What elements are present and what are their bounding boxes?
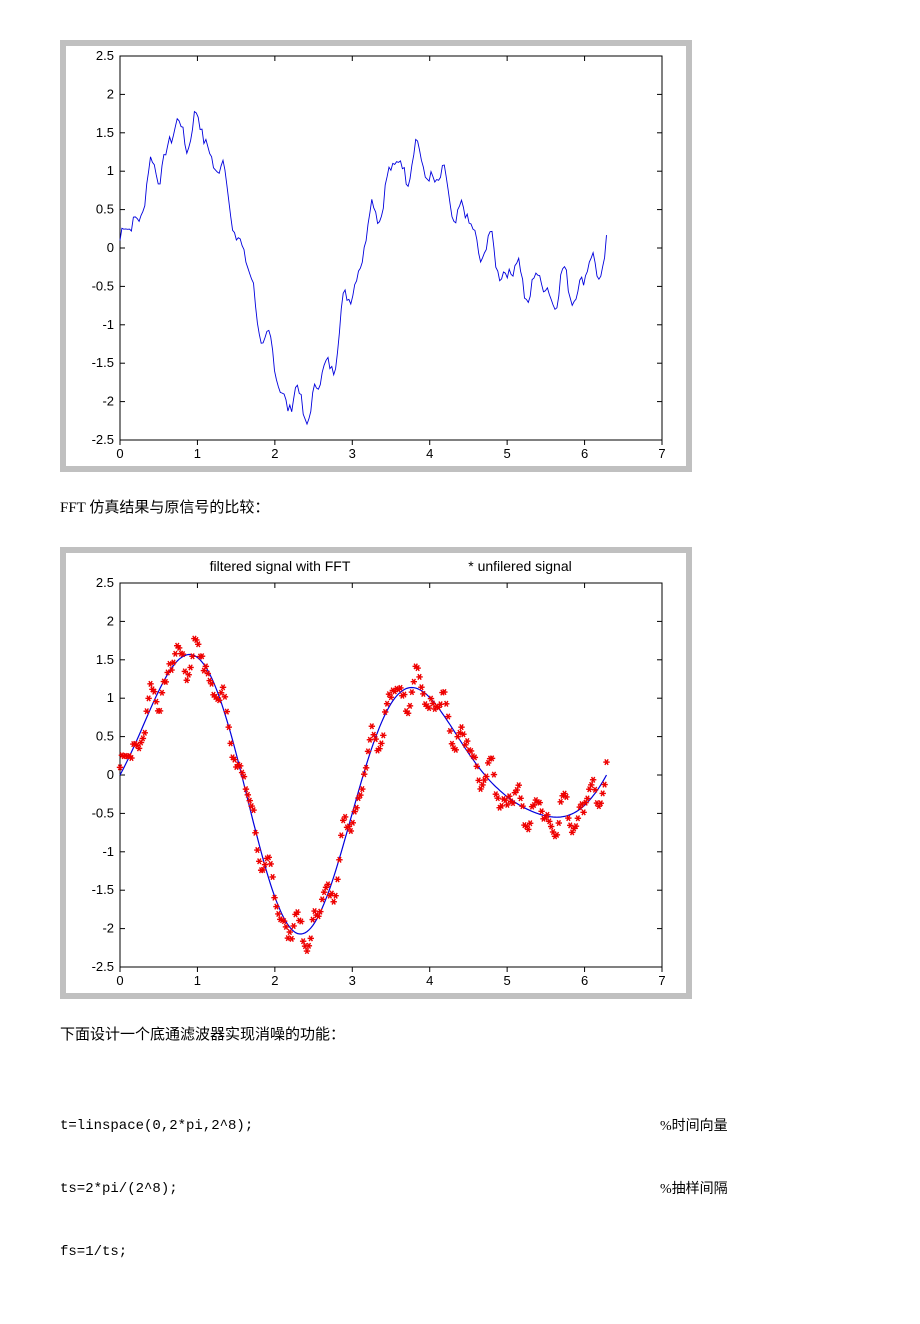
svg-text:2.5: 2.5 [96, 575, 114, 590]
code-line: fs=1/ts; [60, 1242, 860, 1263]
svg-text:0: 0 [116, 446, 123, 461]
code-line: ts=2*pi/(2^8); %抽样间隔 [60, 1179, 860, 1200]
svg-text:-0.5: -0.5 [92, 278, 114, 293]
svg-text:7: 7 [658, 973, 665, 988]
svg-text:1.5: 1.5 [96, 652, 114, 667]
svg-text:7: 7 [658, 446, 665, 461]
code-text: t=linspace(0,2*pi,2^8); [60, 1116, 660, 1137]
chart-2-container: 0 1 2 3 4 5 6 7 -2.5 -2 -1.5 -1 -0.5 0 0.5 1 1.5 2 2.5 filt… [60, 547, 692, 999]
code-line: t=linspace(0,2*pi,2^8); %时间向量 [60, 1116, 860, 1137]
svg-text:2: 2 [107, 613, 114, 628]
chart-1-plot-area: 0 1 2 3 4 5 6 7 -2.5 -2 -1.5 -1 -0.5 0 0.5 1 1.5 2 2.5 [66, 46, 686, 466]
svg-text:-2.5: -2.5 [92, 432, 114, 447]
svg-text:-0.5: -0.5 [92, 805, 114, 820]
svg-text:0: 0 [107, 767, 114, 782]
svg-text:-1: -1 [102, 317, 114, 332]
caption-fft-comparison: FFT 仿真结果与原信号的比较： [60, 496, 860, 517]
svg-text:-1.5: -1.5 [92, 355, 114, 370]
svg-text:filtered signal with FFT: filtered signal with FFT [210, 558, 351, 574]
svg-text:-1: -1 [102, 844, 114, 859]
svg-text:-2.5: -2.5 [92, 959, 114, 974]
code-text: fs=1/ts; [60, 1242, 660, 1263]
svg-text:6: 6 [581, 973, 588, 988]
svg-text:2.5: 2.5 [96, 48, 114, 63]
svg-text:1: 1 [107, 690, 114, 705]
code-comment: %时间向量 [660, 1116, 728, 1137]
svg-text:0: 0 [116, 973, 123, 988]
svg-text:6: 6 [581, 446, 588, 461]
svg-text:3: 3 [349, 973, 356, 988]
svg-text:-2: -2 [102, 921, 114, 936]
chart-2-plot-area: 0 1 2 3 4 5 6 7 -2.5 -2 -1.5 -1 -0.5 0 0.5 1 1.5 2 2.5 filt… [66, 553, 686, 993]
svg-text:2: 2 [271, 446, 278, 461]
svg-text:1.5: 1.5 [96, 125, 114, 140]
caption-lowpass: 下面设计一个底通滤波器实现消噪的功能： [60, 1023, 860, 1044]
svg-text:2: 2 [271, 973, 278, 988]
svg-text:5: 5 [504, 973, 511, 988]
code-text: ts=2*pi/(2^8); [60, 1179, 660, 1200]
svg-text:-2: -2 [102, 394, 114, 409]
chart-1-svg: 0 1 2 3 4 5 6 7 -2.5 -2 -1.5 -1 -0.5 0 0.5 1 1.5 2 2.5 [66, 46, 674, 466]
svg-text:0.5: 0.5 [96, 202, 114, 217]
svg-text:3: 3 [349, 446, 356, 461]
svg-text:4: 4 [426, 973, 433, 988]
chart-1-container: 0 1 2 3 4 5 6 7 -2.5 -2 -1.5 -1 -0.5 0 0.5 1 1.5 2 2.5 [60, 40, 692, 472]
svg-text:1: 1 [194, 446, 201, 461]
svg-text:0.5: 0.5 [96, 729, 114, 744]
chart-2-svg: 0 1 2 3 4 5 6 7 -2.5 -2 -1.5 -1 -0.5 0 0.5 1 1.5 2 2.5 filt… [66, 553, 674, 993]
svg-text:0: 0 [107, 240, 114, 255]
svg-text:1: 1 [194, 973, 201, 988]
svg-text:2: 2 [107, 86, 114, 101]
code-comment: %抽样间隔 [660, 1179, 728, 1200]
svg-text:4: 4 [426, 446, 433, 461]
svg-text:* unfilered signal: * unfilered signal [468, 558, 572, 574]
svg-text:-1.5: -1.5 [92, 882, 114, 897]
svg-text:1: 1 [107, 163, 114, 178]
code-block: t=linspace(0,2*pi,2^8); %时间向量 ts=2*pi/(2… [60, 1074, 860, 1284]
svg-text:5: 5 [504, 446, 511, 461]
